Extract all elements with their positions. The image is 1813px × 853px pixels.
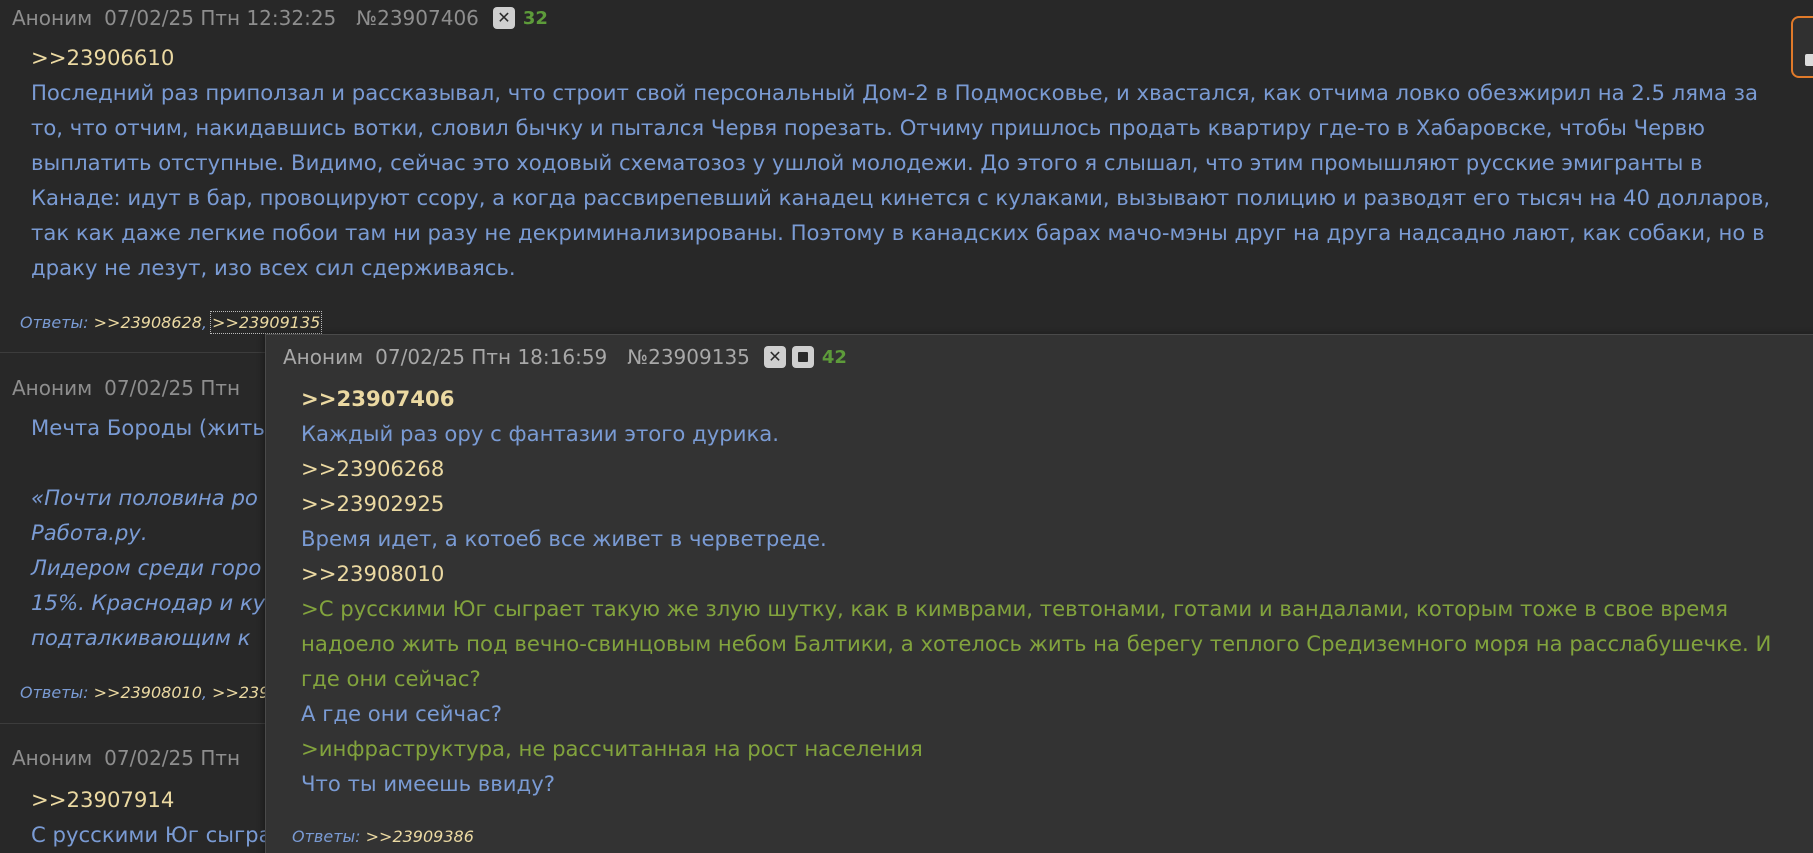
- post-text-line: драку не лезут, изо всех сил сдерживаясь…: [31, 255, 516, 280]
- poster-name: Аноним: [12, 376, 93, 400]
- post-header: Аноним 07/02/25 Птн: [12, 746, 260, 770]
- hide-post-icon[interactable]: ✕: [492, 7, 515, 29]
- post-date: 07/02/25 Птн: [104, 746, 241, 770]
- popup-body: >>23907406 Каждый раз ору с фантазии это…: [301, 381, 1786, 801]
- greentext-line: >инфраструктура, не рассчитанная на рост…: [301, 736, 923, 761]
- post-date: 07/02/25 Птн 18:16:59: [375, 345, 608, 369]
- answer-link[interactable]: >>23908628: [94, 313, 202, 332]
- post-count: 32: [522, 7, 548, 29]
- reply-link[interactable]: >>23906610: [31, 45, 174, 70]
- greentext-line: где они сейчас?: [301, 666, 481, 691]
- post-number[interactable]: №23907406: [356, 6, 479, 30]
- post-header: Аноним 07/02/25 Птн 12:32:25 №23907406 ✕…: [12, 6, 548, 30]
- popup-answers: Ответы: >>23909386: [292, 827, 474, 846]
- greentext-line: надоело жить под вечно-свинцовым небом Б…: [301, 631, 1772, 656]
- answers-label: Ответы:: [292, 827, 361, 846]
- post-text-line: Канаде: идут в бар, провоцируют ссору, а…: [31, 185, 1771, 210]
- post-number[interactable]: №23909135: [627, 345, 750, 369]
- post-text-line: Последний раз приползал и рассказывал, ч…: [31, 80, 1758, 105]
- stop-icon[interactable]: [791, 346, 814, 368]
- post-text-line: так как даже легкие побои там ни разу не…: [31, 220, 1765, 245]
- poster-name: Аноним: [283, 345, 364, 369]
- side-panel-toggle[interactable]: [1791, 16, 1813, 78]
- reply-link[interactable]: >>23907914: [31, 787, 174, 812]
- post-23907406: Аноним 07/02/25 Птн 12:32:25 №23907406 ✕…: [0, 0, 1813, 340]
- post-answers: Ответы: >>23908010, >>239: [20, 683, 270, 702]
- post-text-line: Время идет, а котоеб все живет в черветр…: [301, 526, 827, 551]
- post-text-line: выплатить отступные. Видимо, сейчас это …: [31, 150, 1703, 175]
- hide-post-icon[interactable]: ✕: [763, 346, 786, 368]
- greentext-line: >С русскими Юг сыграет такую же злую шут…: [301, 596, 1728, 621]
- answer-link[interactable]: >>239: [212, 683, 269, 702]
- popup-header: Аноним 07/02/25 Птн 18:16:59 №23909135 ✕…: [283, 345, 847, 369]
- post-answers: Ответы: >>23908628, >>23909135: [20, 311, 323, 334]
- reply-link[interactable]: >>23907406: [301, 386, 454, 411]
- reply-link[interactable]: >>23906268: [301, 456, 444, 481]
- post-text-line: то, что отчим, накидавшись вотки, словил…: [31, 115, 1705, 140]
- answer-link[interactable]: >>23909135: [210, 311, 323, 334]
- post-date: 07/02/25 Птн: [104, 376, 241, 400]
- thread-page: Аноним 07/02/25 Птн 12:32:25 №23907406 ✕…: [0, 0, 1813, 853]
- post-header: Аноним 07/02/25 Птн: [12, 376, 260, 400]
- post-text-line: Каждый раз ору с фантазии этого дурика.: [301, 421, 780, 446]
- answer-link[interactable]: >>23908010: [94, 683, 202, 702]
- poster-name: Аноним: [12, 6, 93, 30]
- post-text-line: Что ты имеешь ввиду?: [301, 771, 555, 796]
- post-body: >>23906610 Последний раз приползал и рас…: [31, 40, 1793, 285]
- answers-label: Ответы:: [20, 313, 89, 332]
- post-count: 42: [821, 346, 847, 368]
- reply-link[interactable]: >>23908010: [301, 561, 444, 586]
- answers-label: Ответы:: [20, 683, 89, 702]
- chat-icon: [1805, 54, 1813, 66]
- post-date: 07/02/25 Птн 12:32:25: [104, 6, 337, 30]
- poster-name: Аноним: [12, 746, 93, 770]
- post-divider: [0, 723, 265, 724]
- post-text-line: А где они сейчас?: [301, 701, 502, 726]
- reply-link[interactable]: >>23902925: [301, 491, 444, 516]
- post-preview-popup: Аноним 07/02/25 Птн 18:16:59 №23909135 ✕…: [265, 334, 1813, 853]
- answer-link[interactable]: >>23909386: [366, 827, 474, 846]
